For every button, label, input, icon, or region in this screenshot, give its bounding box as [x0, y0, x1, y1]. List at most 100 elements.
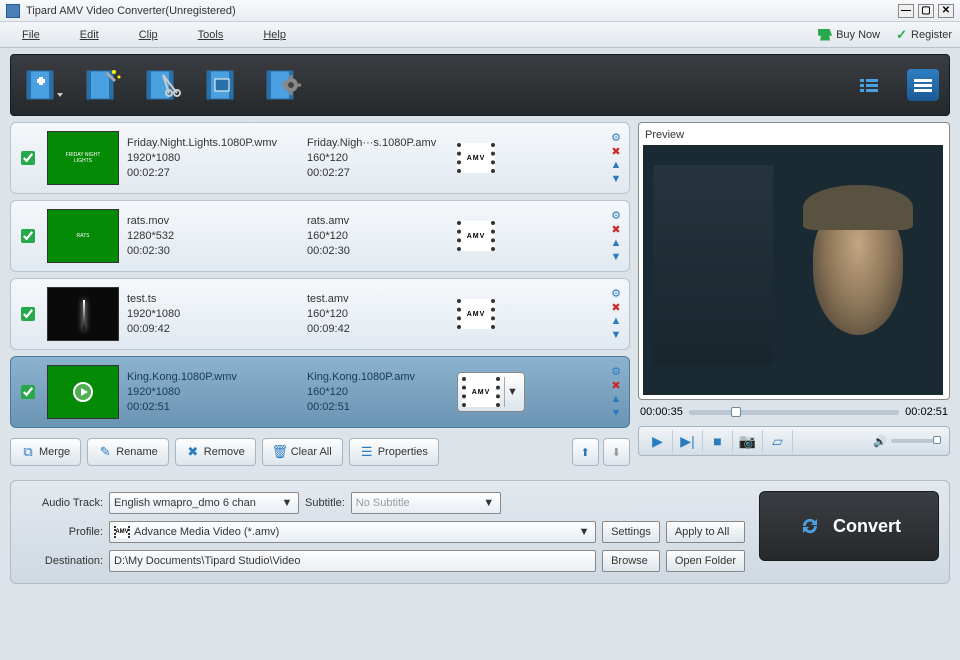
speaker-icon[interactable]: 🔊: [873, 435, 887, 448]
chevron-down-icon[interactable]: ▼: [577, 526, 591, 538]
audio-track-value: English wmapro_dmo 6 chan: [114, 497, 280, 509]
apply-to-all-button[interactable]: Apply to All: [666, 521, 745, 543]
file-item[interactable]: test.ts 1920*1080 00:09:42 test.amv 160*…: [10, 278, 630, 350]
buy-now-link[interactable]: Buy Now: [818, 29, 880, 41]
format-dropdown-icon[interactable]: ▼: [504, 377, 520, 407]
rename-button[interactable]: ✎Rename: [87, 438, 169, 466]
audio-track-combo[interactable]: English wmapro_dmo 6 chan▼: [109, 492, 299, 514]
item-settings-icon[interactable]: ⚙: [609, 209, 623, 221]
file-list: FRIDAY NIGHTLIGHTS Friday.Night.Lights.1…: [10, 122, 630, 470]
play-button[interactable]: ▶: [643, 430, 673, 452]
close-button[interactable]: ✕: [938, 4, 954, 18]
output-resolution: 160*120: [307, 151, 457, 166]
item-move-down-icon[interactable]: ▼: [609, 173, 623, 185]
item-move-up-icon[interactable]: ▲: [609, 393, 623, 405]
open-folder-button[interactable]: Open Folder: [666, 550, 745, 572]
output-duration: 00:02:51: [307, 400, 457, 415]
maximize-button[interactable]: ▢: [918, 4, 934, 18]
subtitle-combo[interactable]: No Subtitle▼: [351, 492, 501, 514]
format-indicator: AMV: [457, 299, 495, 329]
file-item-selected[interactable]: King.Kong.1080P.wmv 1920*1080 00:02:51 K…: [10, 356, 630, 428]
source-duration: 00:09:42: [127, 322, 307, 337]
volume-thumb[interactable]: [933, 436, 941, 444]
destination-input[interactable]: D:\My Documents\Tipard Studio\Video: [109, 550, 596, 572]
file-checkbox[interactable]: [21, 151, 35, 165]
item-delete-icon[interactable]: ✖: [609, 379, 623, 391]
list-down-button[interactable]: ⬇: [603, 438, 630, 466]
item-move-down-icon[interactable]: ▼: [609, 329, 623, 341]
minimize-button[interactable]: —: [898, 4, 914, 18]
browse-button[interactable]: Browse: [602, 550, 660, 572]
menu-edit[interactable]: Edit: [80, 29, 99, 41]
preview-seek-bar[interactable]: [689, 410, 899, 415]
item-controls: ⚙ ✖ ▲ ▼: [609, 131, 623, 185]
view-grid-button[interactable]: [853, 69, 885, 101]
source-info: rats.mov 1280*532 00:02:30: [127, 214, 307, 259]
merge-icon: ⧉: [21, 445, 35, 459]
view-list-button[interactable]: [907, 69, 939, 101]
settings-button[interactable]: Settings: [602, 521, 660, 543]
item-settings-icon[interactable]: ⚙: [609, 365, 623, 377]
file-item[interactable]: RATS rats.mov 1280*532 00:02:30 rats.amv…: [10, 200, 630, 272]
menu-tools[interactable]: Tools: [198, 29, 224, 41]
trim-button[interactable]: [141, 63, 185, 107]
source-resolution: 1920*1080: [127, 307, 307, 322]
output-filename: Friday.Nigh···s.1080P.amv: [307, 136, 457, 151]
crop-button[interactable]: [201, 63, 245, 107]
step-button[interactable]: ▶|: [673, 430, 703, 452]
properties-button[interactable]: ☰Properties: [349, 438, 439, 466]
destination-value: D:\My Documents\Tipard Studio\Video: [114, 555, 591, 567]
preferences-button[interactable]: [261, 63, 305, 107]
menu-clip[interactable]: Clip: [139, 29, 158, 41]
profile-label: Profile:: [21, 526, 103, 538]
clear-icon: 🗑: [273, 445, 287, 459]
register-link[interactable]: ✓ Register: [896, 27, 952, 43]
content-area: FRIDAY NIGHTLIGHTS Friday.Night.Lights.1…: [0, 122, 960, 470]
item-settings-icon[interactable]: ⚙: [609, 131, 623, 143]
file-thumbnail: RATS: [47, 209, 119, 263]
item-delete-icon[interactable]: ✖: [609, 301, 623, 313]
convert-button[interactable]: Convert: [759, 491, 939, 561]
fullscreen-button[interactable]: ▱: [763, 430, 793, 452]
effect-button[interactable]: [81, 63, 125, 107]
chevron-down-icon[interactable]: ▼: [482, 497, 496, 509]
clear-all-button[interactable]: 🗑Clear All: [262, 438, 343, 466]
source-duration: 00:02:27: [127, 166, 307, 181]
register-label: Register: [911, 29, 952, 41]
output-info: King.Kong.1080P.amv 160*120 00:02:51: [307, 370, 457, 415]
seek-thumb[interactable]: [731, 407, 741, 417]
convert-icon: [797, 513, 823, 539]
format-selector[interactable]: AMV▼: [457, 372, 525, 412]
preview-video[interactable]: [643, 145, 943, 395]
volume-slider[interactable]: [891, 439, 941, 443]
buy-now-label: Buy Now: [836, 29, 880, 41]
item-move-up-icon[interactable]: ▲: [609, 159, 623, 171]
file-item[interactable]: FRIDAY NIGHTLIGHTS Friday.Night.Lights.1…: [10, 122, 630, 194]
menu-help[interactable]: Help: [263, 29, 286, 41]
remove-button[interactable]: ✖Remove: [175, 438, 256, 466]
profile-combo[interactable]: AMVAdvance Media Video (*.amv)▼: [109, 521, 596, 543]
list-up-button[interactable]: ⬆: [572, 438, 599, 466]
item-move-down-icon[interactable]: ▼: [609, 407, 623, 419]
output-info: rats.amv 160*120 00:02:30: [307, 214, 457, 259]
file-checkbox[interactable]: [21, 229, 35, 243]
item-delete-icon[interactable]: ✖: [609, 223, 623, 235]
merge-button[interactable]: ⧉Merge: [10, 438, 81, 466]
menu-file[interactable]: File: [22, 29, 40, 41]
file-checkbox[interactable]: [21, 307, 35, 321]
add-file-button[interactable]: [21, 63, 65, 107]
item-delete-icon[interactable]: ✖: [609, 145, 623, 157]
preview-time-row: 00:00:35 00:02:51: [638, 400, 950, 424]
bottom-panel: Audio Track: English wmapro_dmo 6 chan▼ …: [10, 480, 950, 584]
item-move-down-icon[interactable]: ▼: [609, 251, 623, 263]
item-move-up-icon[interactable]: ▲: [609, 237, 623, 249]
file-checkbox[interactable]: [21, 385, 35, 399]
item-move-up-icon[interactable]: ▲: [609, 315, 623, 327]
browse-btn-label: Browse: [611, 555, 648, 567]
chevron-down-icon[interactable]: ▼: [280, 497, 294, 509]
snapshot-button[interactable]: 📷: [733, 430, 763, 452]
stop-button[interactable]: ■: [703, 430, 733, 452]
remove-icon: ✖: [186, 445, 200, 459]
item-settings-icon[interactable]: ⚙: [609, 287, 623, 299]
destination-label: Destination:: [21, 555, 103, 567]
